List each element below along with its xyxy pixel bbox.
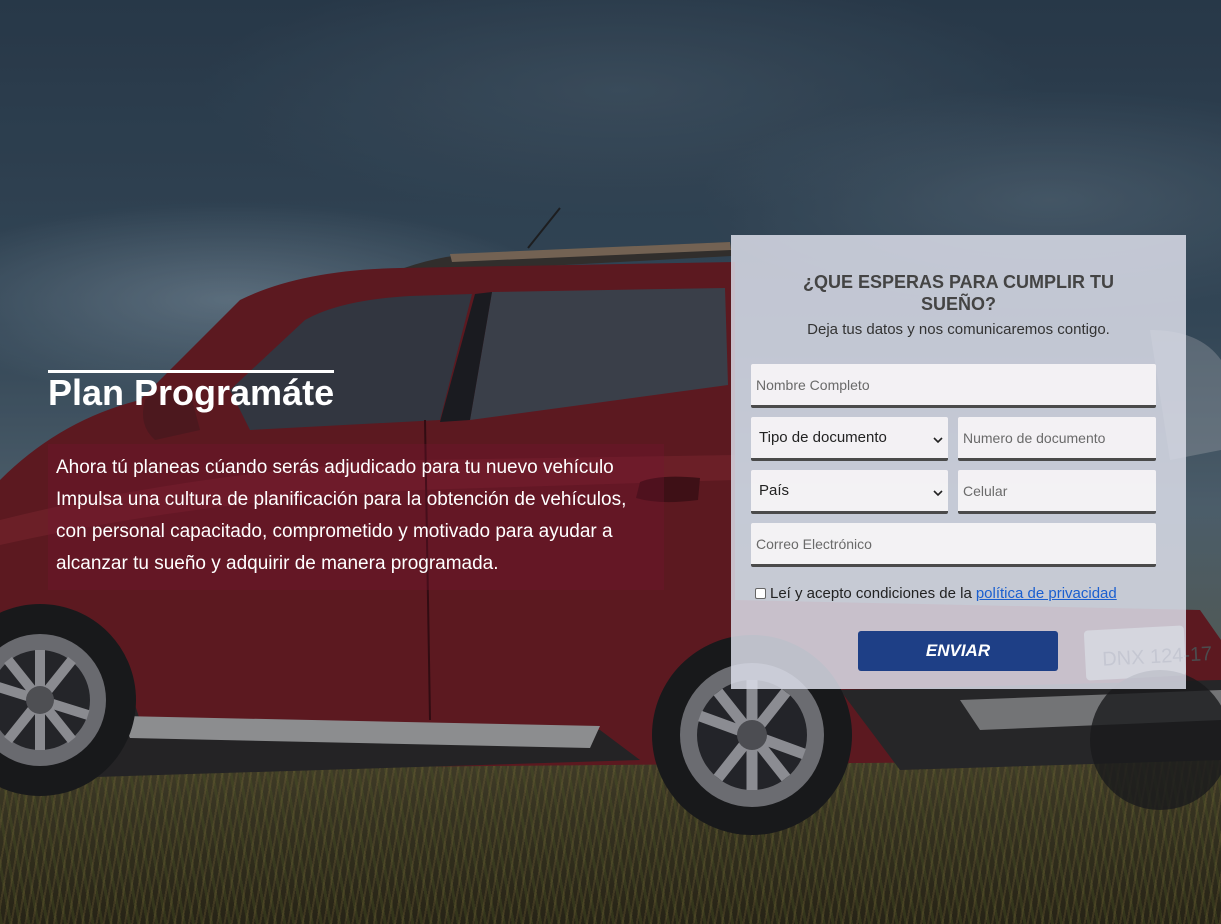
privacy-checkbox[interactable] xyxy=(755,588,766,599)
hero-line-1: Ahora tú planeas cúando serás adjudicado… xyxy=(56,457,614,478)
cellphone-input[interactable] xyxy=(958,470,1156,514)
privacy-consent: Leí y acepto condiciones de la política … xyxy=(755,585,1117,602)
country-select[interactable]: País xyxy=(751,470,948,514)
form-title: ¿QUE ESPERAS PARA CUMPLIR TU SUEÑO? xyxy=(802,272,1115,314)
hero-line-2: Impulsa una cultura de planificación par… xyxy=(56,489,627,574)
privacy-policy-link[interactable]: política de privacidad xyxy=(976,585,1117,602)
hero-title: Plan Programáte xyxy=(48,370,335,413)
document-number-input[interactable] xyxy=(958,417,1156,461)
email-input[interactable] xyxy=(751,523,1156,567)
full-name-input[interactable] xyxy=(751,364,1156,408)
document-type-select[interactable]: Tipo de documento xyxy=(751,417,948,461)
contact-form-panel: ¿QUE ESPERAS PARA CUMPLIR TU SUEÑO? Deja… xyxy=(731,235,1186,689)
form-subtitle: Deja tus datos y nos comunicaremos conti… xyxy=(807,321,1110,338)
consent-text: Leí y acepto condiciones de la xyxy=(770,585,972,602)
submit-button[interactable]: ENVIAR xyxy=(858,631,1058,671)
hero-description: Ahora tú planeas cúando serás adjudicado… xyxy=(48,444,664,590)
